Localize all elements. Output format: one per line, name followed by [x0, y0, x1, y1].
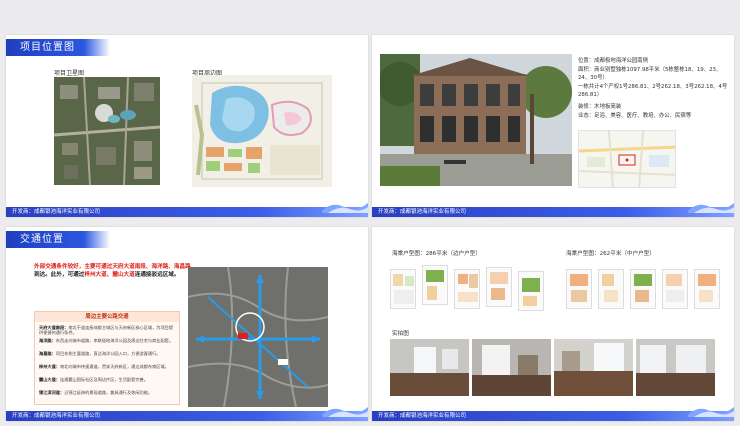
info-area: 面积：商业别墅独栋1097.98平米（5栋整栋18、19、23、24、30号） — [578, 67, 722, 81]
roads-box-title: 周边主要公路交通 — [35, 312, 179, 322]
interior-photo — [636, 339, 715, 396]
wave-decoration — [688, 203, 734, 213]
location-mini-map — [578, 130, 676, 188]
road-item: 梓州大道：南北向城市快速通道，贯穿天府新区，通达成都东南区域。 — [39, 364, 177, 373]
traffic-map — [188, 267, 328, 407]
traffic-desc-part: 连通接驳远区域。 — [134, 272, 180, 278]
floorplan — [518, 271, 544, 311]
road-highlight: 海洋路、海昌路 — [151, 264, 191, 270]
road-item: 锦江滨河道：沿锦江延伸的景观道路，兼具通行及休闲功能。 — [39, 390, 177, 399]
floorplan — [566, 269, 592, 309]
road-text: 东西走向城市道路，串联极地海洋公园及周边住宅与商业配套。 — [55, 338, 174, 343]
interior-photo — [554, 339, 633, 396]
floorplan — [598, 269, 624, 309]
road-name: 海昌路： — [39, 351, 56, 356]
traffic-desc-part: 外部交通条件较好，主要可通过 — [34, 264, 113, 270]
road-name: 梓州大道： — [39, 364, 60, 369]
slide-floorplans: 海棠户型图：286平米（边户户型） 海棠户型图：262平米（中户户型） 实拍图 … — [372, 227, 734, 421]
photos-caption: 实拍图 — [392, 331, 409, 337]
road-text: 项目东侧主要道路，直达海洋公园入口，方便游客通行。 — [55, 351, 161, 356]
road-text: 沿锦江延伸的景观道路，兼具通行及休闲功能。 — [64, 390, 153, 395]
floorplan — [422, 265, 448, 305]
wave-decoration — [322, 203, 368, 213]
info-decoration: 装修：木地板简装 — [578, 104, 622, 110]
floorplan-a-title: 海棠户型图：286平米（边户户型） — [392, 251, 481, 257]
floorplan — [694, 269, 720, 309]
interior-photo — [472, 339, 551, 396]
surroundings-map — [192, 75, 332, 187]
floorplan — [662, 269, 688, 309]
info-units: 一栋共计4个产权1号286.81、2号262.18、3号262.18、4号286… — [578, 84, 728, 98]
wave-decoration — [322, 407, 368, 417]
footer: 开发商：成都银池海洋实业有限公司 — [372, 207, 734, 217]
floorplan-b-title: 海棠户型图：262平米（中户户型） — [566, 251, 655, 257]
info-business: 业态：足浴、美容、医疗、教培、办公、民宿等 — [578, 113, 692, 119]
building-info: 位置：成都极地海洋公园南侧 面积：商业别墅独栋1097.98平米（5栋整栋18、… — [578, 57, 728, 121]
section-title: 项目位置图 — [6, 39, 110, 56]
traffic-description: 外部交通条件较好，主要可通过天府大道南段、海洋路、海昌路到达。此外，可通过梓州大… — [34, 263, 194, 279]
info-location: 位置：成都极地海洋公园南侧 — [578, 58, 649, 64]
section-title: 交通位置 — [6, 231, 110, 248]
road-text: 南北向城市快速通道，贯穿天府新区，通达成都东南区域。 — [59, 364, 169, 369]
footer: 开发商：成都银池海洋实业有限公司 — [372, 411, 734, 421]
road-name: 麓山大道： — [39, 377, 60, 382]
road-name: 锦江滨河道： — [39, 390, 65, 395]
traffic-desc-part: 到达。此外，可通过 — [34, 272, 85, 278]
floorplan — [390, 269, 416, 309]
slide-traffic-location: 交通位置 外部交通条件较好，主要可通过天府大道南段、海洋路、海昌路到达。此外，可… — [6, 227, 368, 421]
road-text: 连通麓山国际社区及周边片区，生活配套完善。 — [59, 377, 148, 382]
floorplan — [630, 269, 656, 309]
wave-decoration — [688, 407, 734, 417]
floorplan — [454, 269, 480, 309]
road-highlight: 麓山大道 — [112, 272, 135, 278]
road-item: 麓山大道：连通麓山国际社区及周边片区，生活配套完善。 — [39, 377, 177, 386]
road-item: 海洋路：东西走向城市道路，串联极地海洋公园及周边住宅与商业配套。 — [39, 338, 177, 347]
road-item: 天府大道南段：南北干道连接成都主城区与天府新区核心区域，为项目提供便捷的通行条件… — [39, 325, 177, 335]
road-highlight: 天府大道南段、 — [112, 264, 152, 270]
road-highlight: 梓州大道、 — [84, 272, 113, 278]
slide-project-location: 项目位置图 项目卫星图 项目周边图 开发商：成都银池海洋实业有限公司 — [6, 35, 368, 217]
floorplan — [486, 267, 512, 307]
footer: 开发商：成都银池海洋实业有限公司 — [6, 411, 368, 421]
road-item: 海昌路：项目东侧主要道路，直达海洋公园入口，方便游客通行。 — [39, 351, 177, 360]
building-photo — [380, 54, 572, 186]
footer: 开发商：成都银池海洋实业有限公司 — [6, 207, 368, 217]
roads-box: 周边主要公路交通 天府大道南段：南北干道连接成都主城区与天府新区核心区域，为项目… — [34, 311, 180, 405]
road-name: 海洋路： — [39, 338, 56, 343]
satellite-image — [54, 77, 160, 185]
slide-building-info: 位置：成都极地海洋公园南侧 面积：商业别墅独栋1097.98平米（5栋整栋18、… — [372, 35, 734, 217]
satellite-caption: 项目卫星图 — [54, 70, 85, 77]
interior-photo — [390, 339, 469, 396]
